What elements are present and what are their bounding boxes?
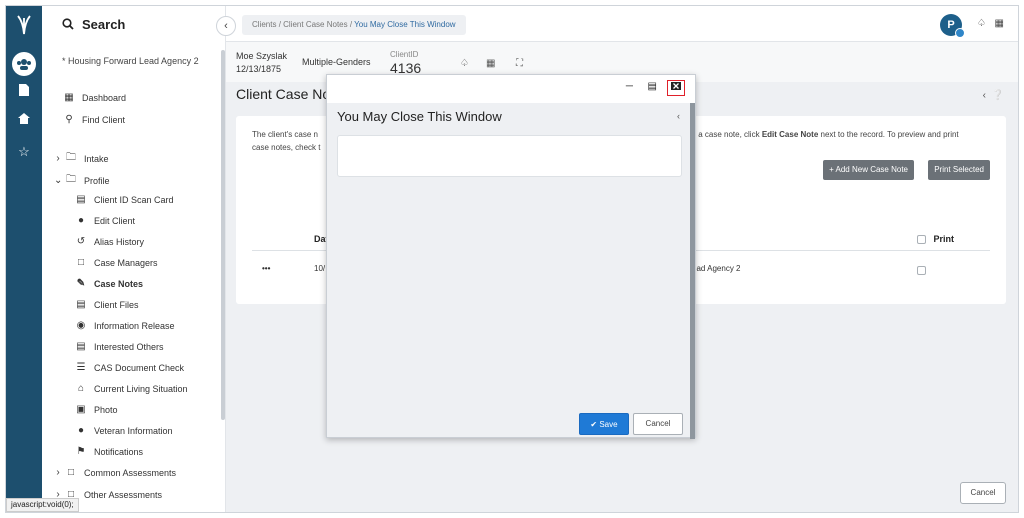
breadcrumb-clients[interactable]: Clients: [252, 20, 276, 29]
user-icon: ●: [77, 215, 85, 226]
folder-open-icon: 🗀: [66, 174, 76, 185]
top-bar: Clients / Client Case Notes / You May Cl…: [226, 6, 1018, 42]
chevron-right-icon: ›: [56, 153, 60, 164]
id-card-icon: ▤: [76, 341, 86, 352]
modal-cancel-button[interactable]: Cancel: [633, 413, 683, 435]
search-label: Search: [82, 16, 126, 32]
sidebar-item-profile[interactable]: ⌄ 🗀 Profile: [54, 172, 238, 189]
checklist-icon: ☰: [76, 362, 86, 373]
client-gender: Multiple-Genders: [302, 57, 371, 67]
client-dob: 12/13/1875: [236, 64, 282, 74]
save-button[interactable]: ✔ Save: [579, 413, 629, 435]
history-icon: ↺: [76, 236, 86, 247]
add-new-case-note-button[interactable]: + Add New Case Note: [823, 160, 914, 180]
help-icon[interactable]: ❔: [992, 90, 1004, 101]
app-window: ☆ Search * Housing Forward Lead Agency 2…: [5, 5, 1019, 513]
shield-icon: ◉: [76, 320, 86, 331]
note-icon: ✎: [76, 278, 86, 289]
row-actions-menu[interactable]: •••: [262, 264, 270, 273]
select-all-checkbox[interactable]: [917, 235, 926, 244]
row-agency: ead Agency 2: [692, 264, 741, 273]
star-icon[interactable]: ☆: [6, 144, 42, 160]
column-header-print: Print: [933, 234, 954, 244]
breadcrumb-client-case-notes[interactable]: Client Case Notes: [283, 20, 347, 29]
maximize-icon[interactable]: ▤: [648, 81, 657, 92]
sidebar-item-intake[interactable]: › 🗀 Intake: [54, 150, 238, 167]
home-icon[interactable]: [6, 112, 42, 127]
case-note-content-field[interactable]: [337, 135, 682, 177]
calendar-icon[interactable]: ▦: [486, 58, 495, 69]
file-icon: ▤: [76, 299, 86, 310]
minimize-icon[interactable]: ─: [626, 81, 633, 92]
row-date: 10/: [314, 264, 326, 273]
calendar-icon[interactable]: ▦: [995, 18, 1004, 29]
bell-icon[interactable]: ♤: [460, 58, 469, 69]
home-icon: ⌂: [77, 383, 85, 394]
case-note-modal: ─ ▤ You May Close This Window ‹ ✔ Save C…: [326, 74, 696, 439]
print-selected-button[interactable]: Print Selected: [928, 160, 990, 180]
chevron-right-icon: ›: [56, 467, 60, 478]
breadcrumb: Clients / Client Case Notes / You May Cl…: [242, 15, 466, 35]
sidebar-search[interactable]: Search: [42, 6, 226, 42]
map-icon: ▦: [64, 92, 74, 103]
close-icon[interactable]: [667, 80, 685, 96]
client-id-label: ClientID: [390, 50, 419, 59]
sidebar-item-dashboard[interactable]: ▦ Dashboard: [62, 92, 246, 103]
sidebar-item-common-assessments[interactable]: › □ Common Assessments: [54, 467, 238, 478]
avatar[interactable]: P: [940, 14, 965, 38]
document-icon[interactable]: [6, 84, 42, 99]
folder-icon: □: [77, 257, 85, 268]
users-icon: ●: [77, 425, 85, 436]
bell-icon[interactable]: ♤: [977, 18, 986, 29]
breadcrumb-current: You May Close This Window: [354, 20, 456, 29]
cancel-button[interactable]: Cancel: [960, 482, 1006, 504]
flag-icon: ⚑: [76, 446, 86, 457]
sidebar: Search * Housing Forward Lead Agency 2 ▦…: [42, 6, 226, 512]
folder-icon: □: [67, 467, 75, 478]
agency-name: * Housing Forward Lead Agency 2: [62, 56, 199, 66]
client-name: Moe Szyslak: [236, 51, 288, 61]
chat-badge-icon: [955, 28, 965, 38]
check-circle-icon: ✔: [590, 420, 598, 429]
sidebar-scrollbar[interactable]: [221, 50, 225, 420]
search-icon: [62, 18, 74, 30]
row-print-checkbox[interactable]: [917, 266, 926, 275]
status-bar: javascript:void(0);: [6, 498, 79, 512]
photo-icon: ▣: [76, 404, 86, 415]
users-icon[interactable]: [12, 52, 36, 76]
folder-icon: 🗀: [66, 152, 76, 163]
expand-icon[interactable]: ⛶: [516, 58, 523, 69]
modal-body: You May Close This Window ‹ ✔ Save Cance…: [327, 103, 692, 437]
sidebar-item-find-client[interactable]: ⚲ Find Client: [62, 114, 246, 125]
nav-rail: ☆: [6, 6, 42, 512]
chevron-left-icon[interactable]: ‹: [677, 111, 680, 121]
collapse-sidebar-button[interactable]: ‹: [216, 16, 236, 36]
id-card-icon: ▤: [76, 194, 86, 205]
modal-scrollbar[interactable]: [690, 103, 695, 439]
chevron-down-icon: ⌄: [54, 175, 63, 186]
chevron-left-icon[interactable]: ‹: [983, 90, 986, 101]
app-logo: [14, 14, 34, 36]
modal-titlebar: ─ ▤: [327, 75, 695, 103]
modal-title: You May Close This Window: [337, 109, 502, 124]
search-icon: ⚲: [65, 114, 73, 125]
sidebar-item-other-assessments[interactable]: › □ Other Assessments: [54, 489, 238, 500]
